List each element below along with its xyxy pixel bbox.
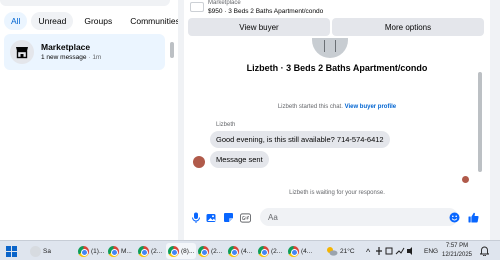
conversation-item-marketplace[interactable]: Marketplace 1 new message · 1m — [4, 34, 165, 70]
notification-bell-icon[interactable] — [480, 241, 489, 260]
waiting-notice: Lizbeth is waiting for your response. — [289, 190, 385, 196]
sticker-icon[interactable] — [223, 212, 234, 223]
taskbar-weather-widget[interactable]: 21°C — [324, 243, 357, 259]
listing-title[interactable]: $950 · 3 Beds 2 Baths Apartment/condo — [208, 8, 323, 15]
conversation-title: Marketplace — [41, 42, 91, 52]
taskbar-item-label: (4... — [241, 247, 253, 255]
tray-pinned-icons — [376, 241, 416, 260]
conversation-subtitle: 1 new message · 1m — [41, 54, 101, 61]
taskbar-item-label: M... — [121, 247, 132, 255]
partly-cloudy-icon — [327, 247, 338, 256]
chrome-icon — [228, 245, 239, 257]
system-clock[interactable]: 7:57 PM 12/21/2025 — [440, 242, 474, 260]
sidebar-scrollbar[interactable] — [170, 42, 174, 58]
taskbar-item-label: (8)... — [181, 247, 195, 255]
view-buyer-button[interactable]: View buyer — [188, 18, 330, 36]
taskbar-item-chrome-active[interactable]: (8)... — [166, 243, 197, 259]
taskbar-item-chrome[interactable]: (2... — [196, 243, 224, 259]
chat-title: Lizbeth · 3 Beds 2 Baths Apartment/condo — [246, 63, 428, 73]
weather-icon — [30, 245, 41, 257]
view-buyer-profile-link[interactable]: View buyer profile — [345, 104, 397, 110]
taskbar-item-chrome[interactable]: M... — [106, 243, 134, 259]
emoji-icon[interactable] — [449, 212, 460, 223]
chrome-icon — [258, 245, 269, 257]
listing-source-label: Marketplace — [208, 0, 241, 6]
message-bubble[interactable]: Message sent — [210, 151, 269, 168]
chat-started-text: Lizbeth started this chat. — [277, 104, 343, 110]
conversation-sidebar: All Unread Groups Communities Marketplac… — [0, 0, 187, 240]
listing-photo-detail — [324, 40, 336, 52]
taskbar-item-label: (2... — [211, 247, 223, 255]
start-button[interactable] — [4, 243, 19, 259]
conversation-time: · 1m — [88, 54, 102, 61]
sidebar-top-edge — [0, 0, 170, 6]
sender-avatar[interactable] — [193, 156, 205, 168]
chrome-icon — [198, 245, 209, 257]
microphone-icon[interactable] — [190, 212, 201, 223]
taskbar-item-weather[interactable]: Sa — [28, 243, 53, 259]
clock-date: 12/21/2025 — [441, 252, 473, 258]
chat-scrollbar[interactable] — [478, 72, 482, 172]
filter-unread[interactable]: Unread — [31, 12, 74, 30]
storefront-icon — [10, 40, 34, 64]
listing-photo — [312, 38, 348, 58]
taskbar-item-chrome[interactable]: (1)... — [76, 243, 106, 259]
chrome-icon — [138, 245, 149, 257]
thumbs-up-icon[interactable] — [468, 212, 479, 223]
language-indicator[interactable]: ENG — [424, 241, 438, 260]
chrome-icon — [108, 245, 119, 257]
chat-started-notice: Lizbeth started this chat. View buyer pr… — [184, 104, 490, 110]
message-thread: Lizbeth · 3 Beds 2 Baths Apartment/condo… — [184, 38, 490, 206]
taskbar-item-chrome[interactable]: (4... — [226, 243, 254, 259]
windows-icon — [6, 245, 17, 257]
gif-icon[interactable] — [240, 212, 251, 223]
taskbar-item-label: (4... — [301, 247, 313, 255]
filter-all[interactable]: All — [4, 12, 28, 30]
taskbar-item-label: (1)... — [91, 247, 105, 255]
taskbar: Sa (1)... M... (2... (8)... (2... (4... … — [0, 240, 500, 260]
message-bubble[interactable]: Good evening, is this still available? 7… — [210, 131, 390, 148]
show-hidden-icons-chevron-icon[interactable]: ^ — [366, 242, 370, 260]
chat-panel: Marketplace $950 · 3 Beds 2 Baths Apartm… — [184, 0, 490, 240]
listing-header: Marketplace $950 · 3 Beds 2 Baths Apartm… — [184, 0, 490, 38]
chrome-icon — [78, 245, 89, 257]
conversation-preview: 1 new message — [41, 54, 87, 61]
listing-thumbnail[interactable] — [190, 2, 204, 12]
taskbar-item-label: (2... — [271, 247, 283, 255]
taskbar-item-label: Sa — [43, 247, 51, 255]
chrome-icon — [168, 245, 179, 257]
taskbar-item-chrome[interactable]: (2... — [136, 243, 164, 259]
taskbar-item-label: (2... — [151, 247, 163, 255]
filter-chips: All Unread Groups Communities — [4, 12, 187, 30]
clock-time: 7:57 PM — [445, 243, 469, 249]
tray-icons — [376, 247, 412, 255]
seen-receipt-avatar — [462, 176, 469, 183]
taskbar-item-chrome[interactable]: (4... — [286, 243, 314, 259]
message-composer — [184, 206, 490, 230]
chrome-icon — [288, 245, 299, 257]
temperature-text: 21°C — [340, 247, 355, 255]
taskbar-item-chrome[interactable]: (2... — [256, 243, 284, 259]
more-options-button[interactable]: More options — [332, 18, 484, 36]
sender-name: Lizbeth — [216, 122, 236, 128]
message-input[interactable] — [260, 208, 458, 226]
window-right-edge — [490, 0, 500, 240]
filter-groups[interactable]: Groups — [77, 12, 120, 30]
photo-icon[interactable] — [206, 212, 217, 223]
